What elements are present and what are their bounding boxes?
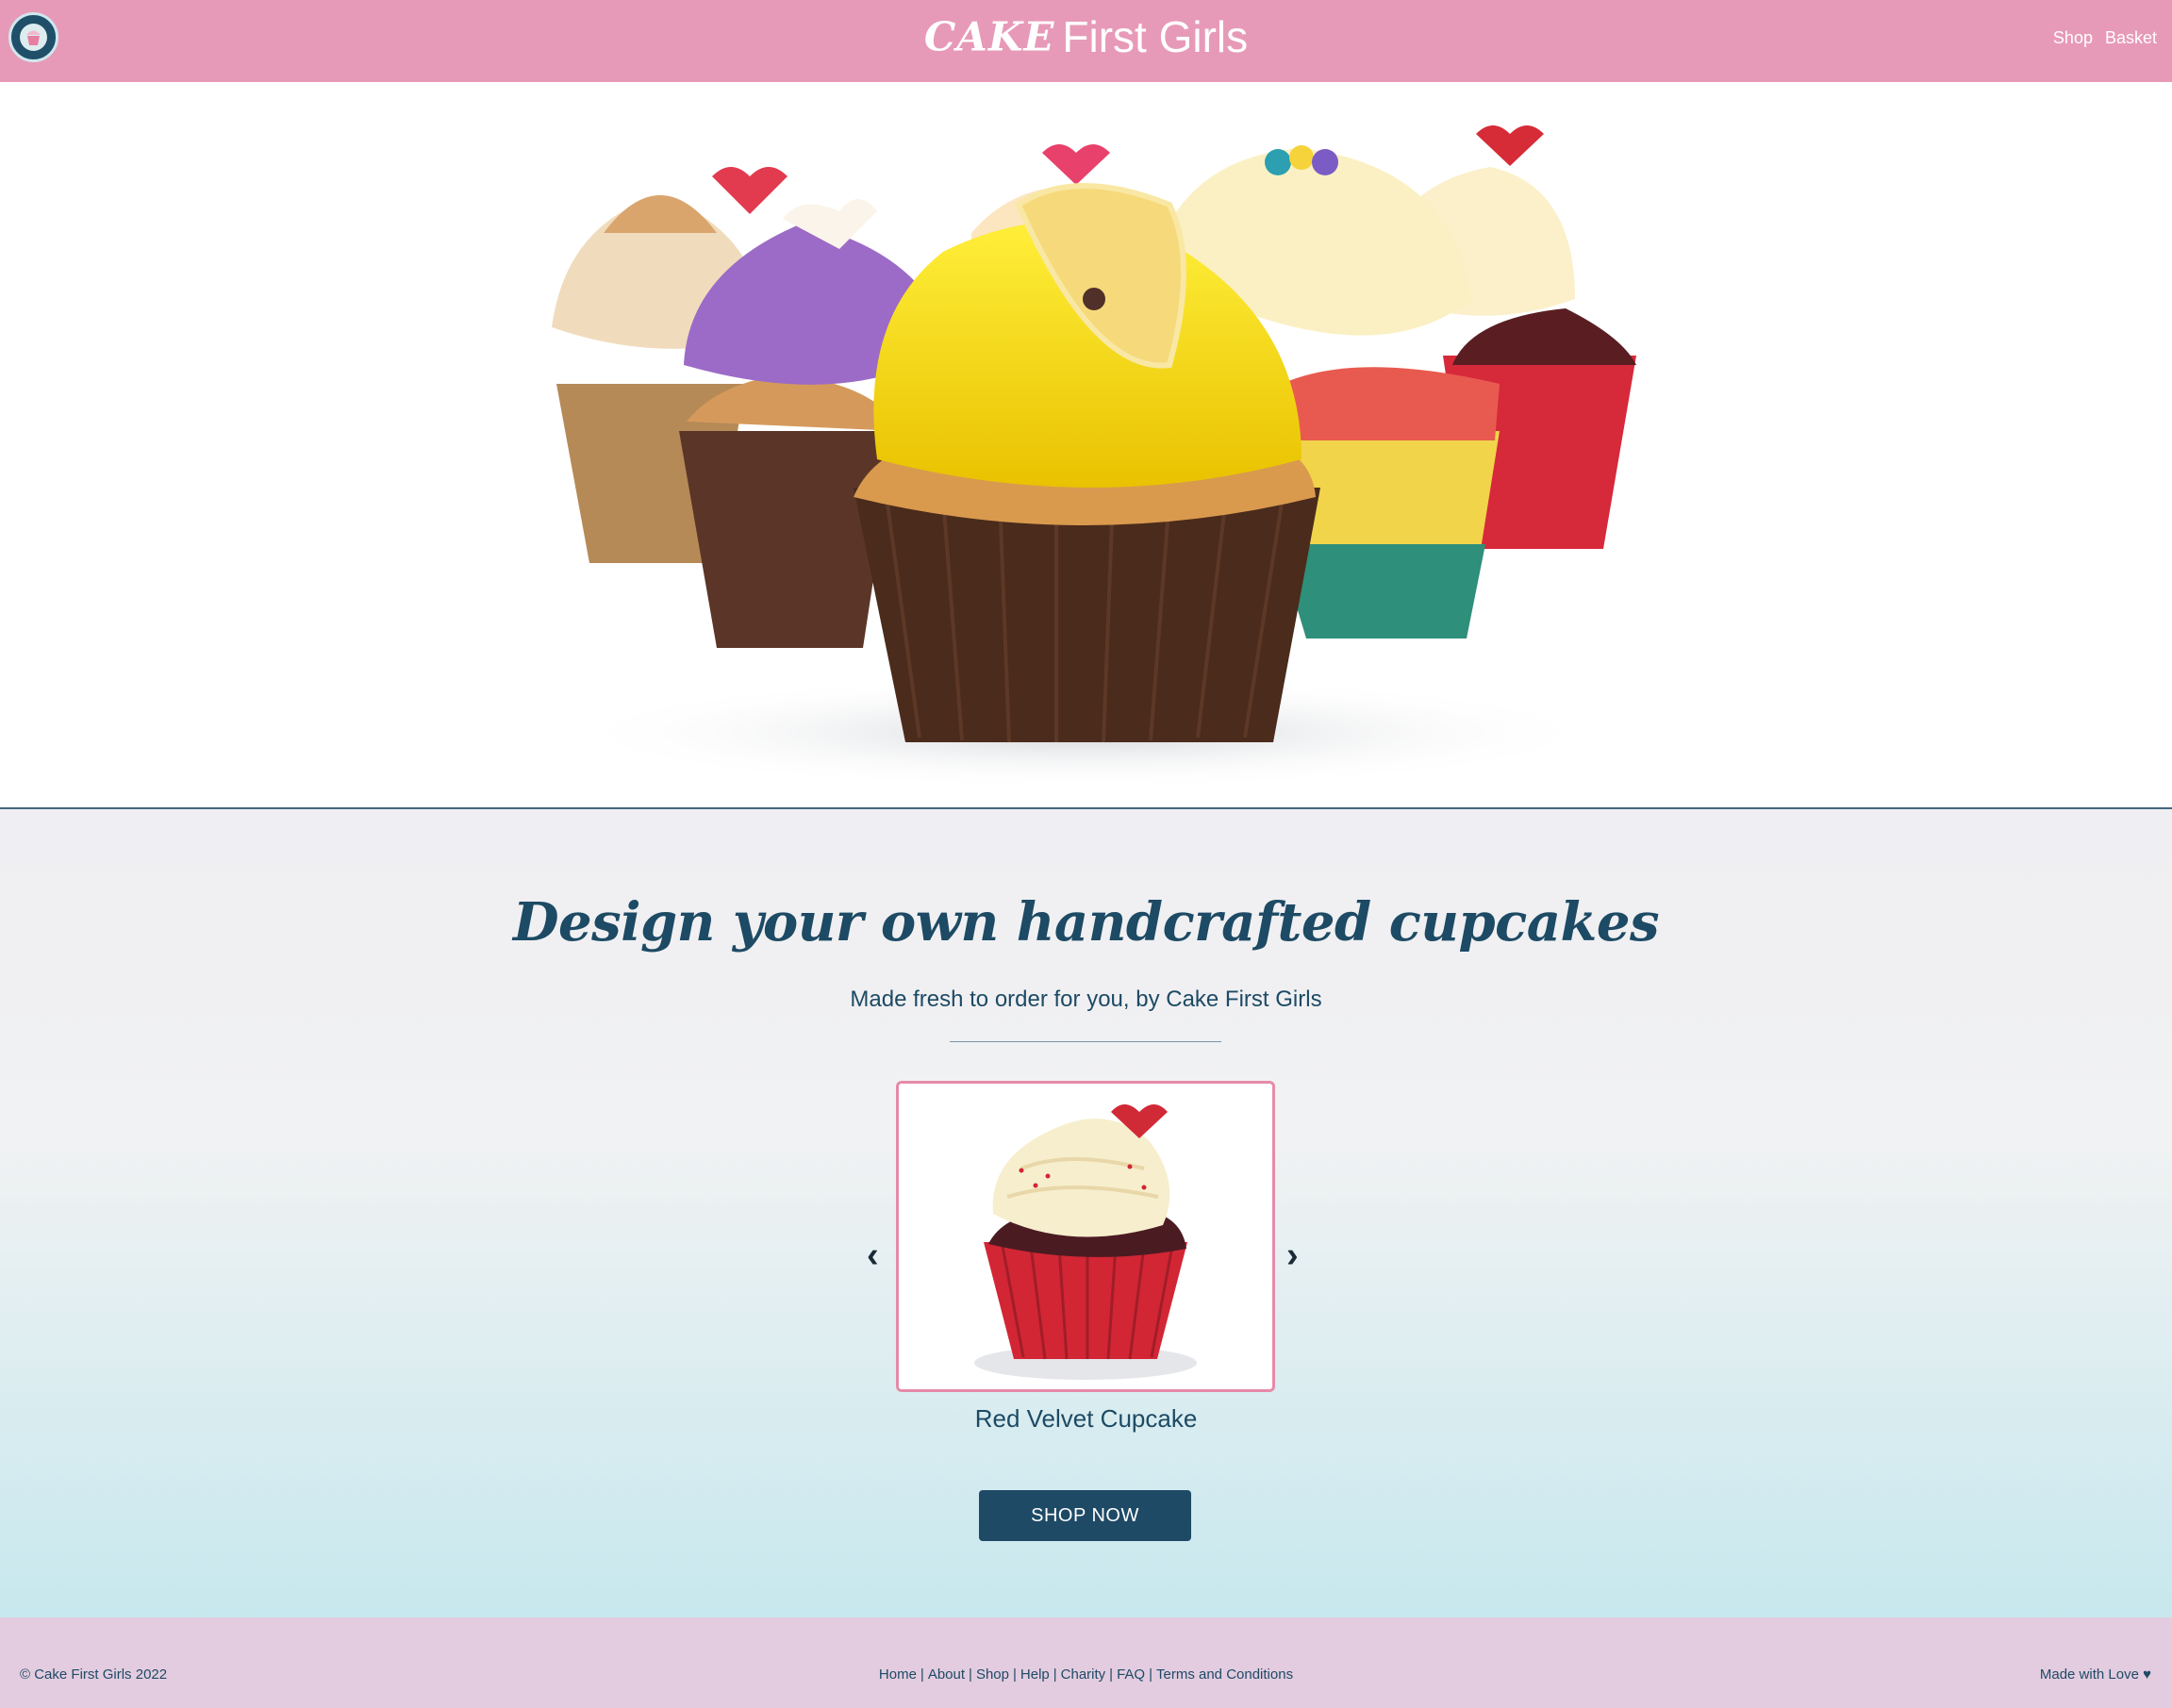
nav-shop-link[interactable]: Shop: [2053, 28, 2093, 47]
carousel-product-name[interactable]: Red Velvet Cupcake: [0, 1404, 2172, 1434]
red-velvet-cupcake-image: [899, 1084, 1272, 1389]
footer-link-charity[interactable]: Charity: [1061, 1667, 1106, 1683]
shop-now-button[interactable]: SHOP NOW: [979, 1490, 1191, 1541]
site-footer: © Cake First Girls 2022 Home | About | Shop |…: [0, 1617, 2172, 1708]
footer-links: Home | About | Shop | Help | Charity | FAQ | Terms a…: [878, 1667, 1294, 1683]
main-section: Design your own handcrafted cupcakes Mad…: [0, 809, 2172, 1617]
site-brand[interactable]: CAKE First Girls: [0, 11, 2172, 62]
hero-banner: [0, 82, 2172, 809]
carousel-prev-icon[interactable]: ‹: [867, 1235, 879, 1276]
header-nav: Shop Basket: [2041, 28, 2157, 48]
nav-basket-link[interactable]: Basket: [2105, 28, 2157, 47]
carousel-product-card[interactable]: [896, 1081, 1275, 1392]
carousel-next-icon[interactable]: ›: [1286, 1235, 1299, 1276]
footer-link-shop[interactable]: Shop: [976, 1667, 1009, 1683]
brand-script: CAKE: [923, 13, 1055, 60]
site-header: CAKE First Girls Shop Basket: [0, 0, 2172, 82]
divider: [950, 1041, 1221, 1042]
footer-link-faq[interactable]: FAQ: [1117, 1667, 1145, 1683]
footer-link-about[interactable]: About: [928, 1667, 965, 1683]
footer-made-with-love: Made with Love ♥: [2039, 1667, 2151, 1683]
page-subtitle: Made fresh to order for you, by Cake Fir…: [850, 987, 1322, 1012]
footer-link-terms[interactable]: Terms and Conditions: [1156, 1667, 1293, 1683]
cupcakes-hero-image: [552, 125, 1636, 789]
page-title: Design your own handcrafted cupcakes: [512, 891, 1660, 953]
brand-name: First Girls: [1062, 12, 1249, 61]
footer-link-home[interactable]: Home: [879, 1667, 917, 1683]
footer-link-help[interactable]: Help: [1020, 1667, 1050, 1683]
